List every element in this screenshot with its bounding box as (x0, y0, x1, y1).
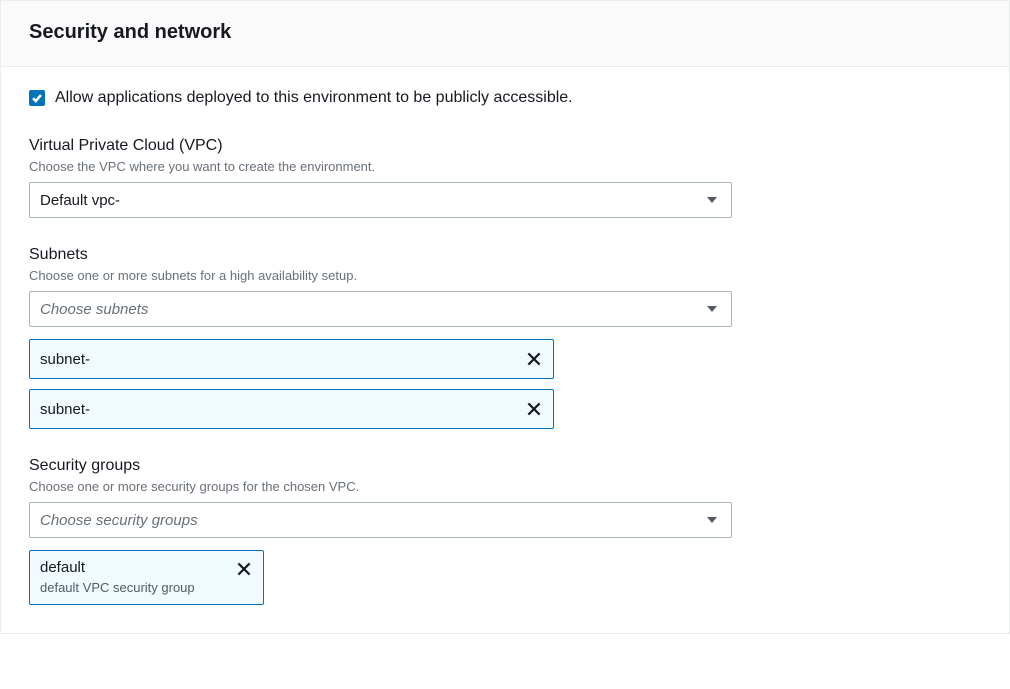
close-icon[interactable] (525, 400, 543, 418)
public-access-row: Allow applications deployed to this envi… (29, 89, 981, 107)
subnet-token-label: subnet- (40, 401, 90, 418)
check-icon (31, 92, 43, 104)
close-icon[interactable] (235, 560, 253, 578)
subnets-field: Subnets Choose one or more subnets for a… (29, 246, 981, 429)
subnets-label: Subnets (29, 246, 981, 264)
subnet-token: subnet- (29, 389, 554, 429)
vpc-select[interactable]: Default vpc- (29, 182, 732, 218)
security-groups-description: Choose one or more security groups for t… (29, 479, 981, 494)
vpc-selected-value: Default vpc- (40, 192, 120, 209)
public-access-label: Allow applications deployed to this envi… (55, 89, 573, 107)
security-groups-placeholder: Choose security groups (40, 512, 198, 529)
panel-header: Security and network (1, 1, 1009, 67)
vpc-description: Choose the VPC where you want to create … (29, 159, 981, 174)
subnets-placeholder: Choose subnets (40, 301, 148, 318)
security-group-description: default VPC security group (40, 580, 221, 597)
subnet-token-label: subnet- (40, 351, 90, 368)
security-group-name: default (40, 558, 221, 578)
vpc-field: Virtual Private Cloud (VPC) Choose the V… (29, 137, 981, 218)
close-icon[interactable] (525, 350, 543, 368)
chevron-down-icon (707, 197, 717, 203)
chevron-down-icon (707, 517, 717, 523)
chevron-down-icon (707, 306, 717, 312)
security-groups-select[interactable]: Choose security groups (29, 502, 732, 538)
security-and-network-panel: Security and network Allow applications … (0, 0, 1010, 634)
vpc-label: Virtual Private Cloud (VPC) (29, 137, 981, 155)
subnet-token: subnet- (29, 339, 554, 379)
subnets-select[interactable]: Choose subnets (29, 291, 732, 327)
panel-title: Security and network (29, 21, 981, 44)
subnet-token-list: subnet- subnet- (29, 339, 981, 429)
security-groups-label: Security groups (29, 457, 981, 475)
panel-body: Allow applications deployed to this envi… (1, 67, 1009, 633)
security-group-token: default default VPC security group (29, 550, 264, 605)
subnets-description: Choose one or more subnets for a high av… (29, 268, 981, 283)
security-groups-field: Security groups Choose one or more secur… (29, 457, 981, 605)
security-group-token-body: default default VPC security group (40, 558, 221, 596)
public-access-checkbox[interactable] (29, 90, 45, 106)
